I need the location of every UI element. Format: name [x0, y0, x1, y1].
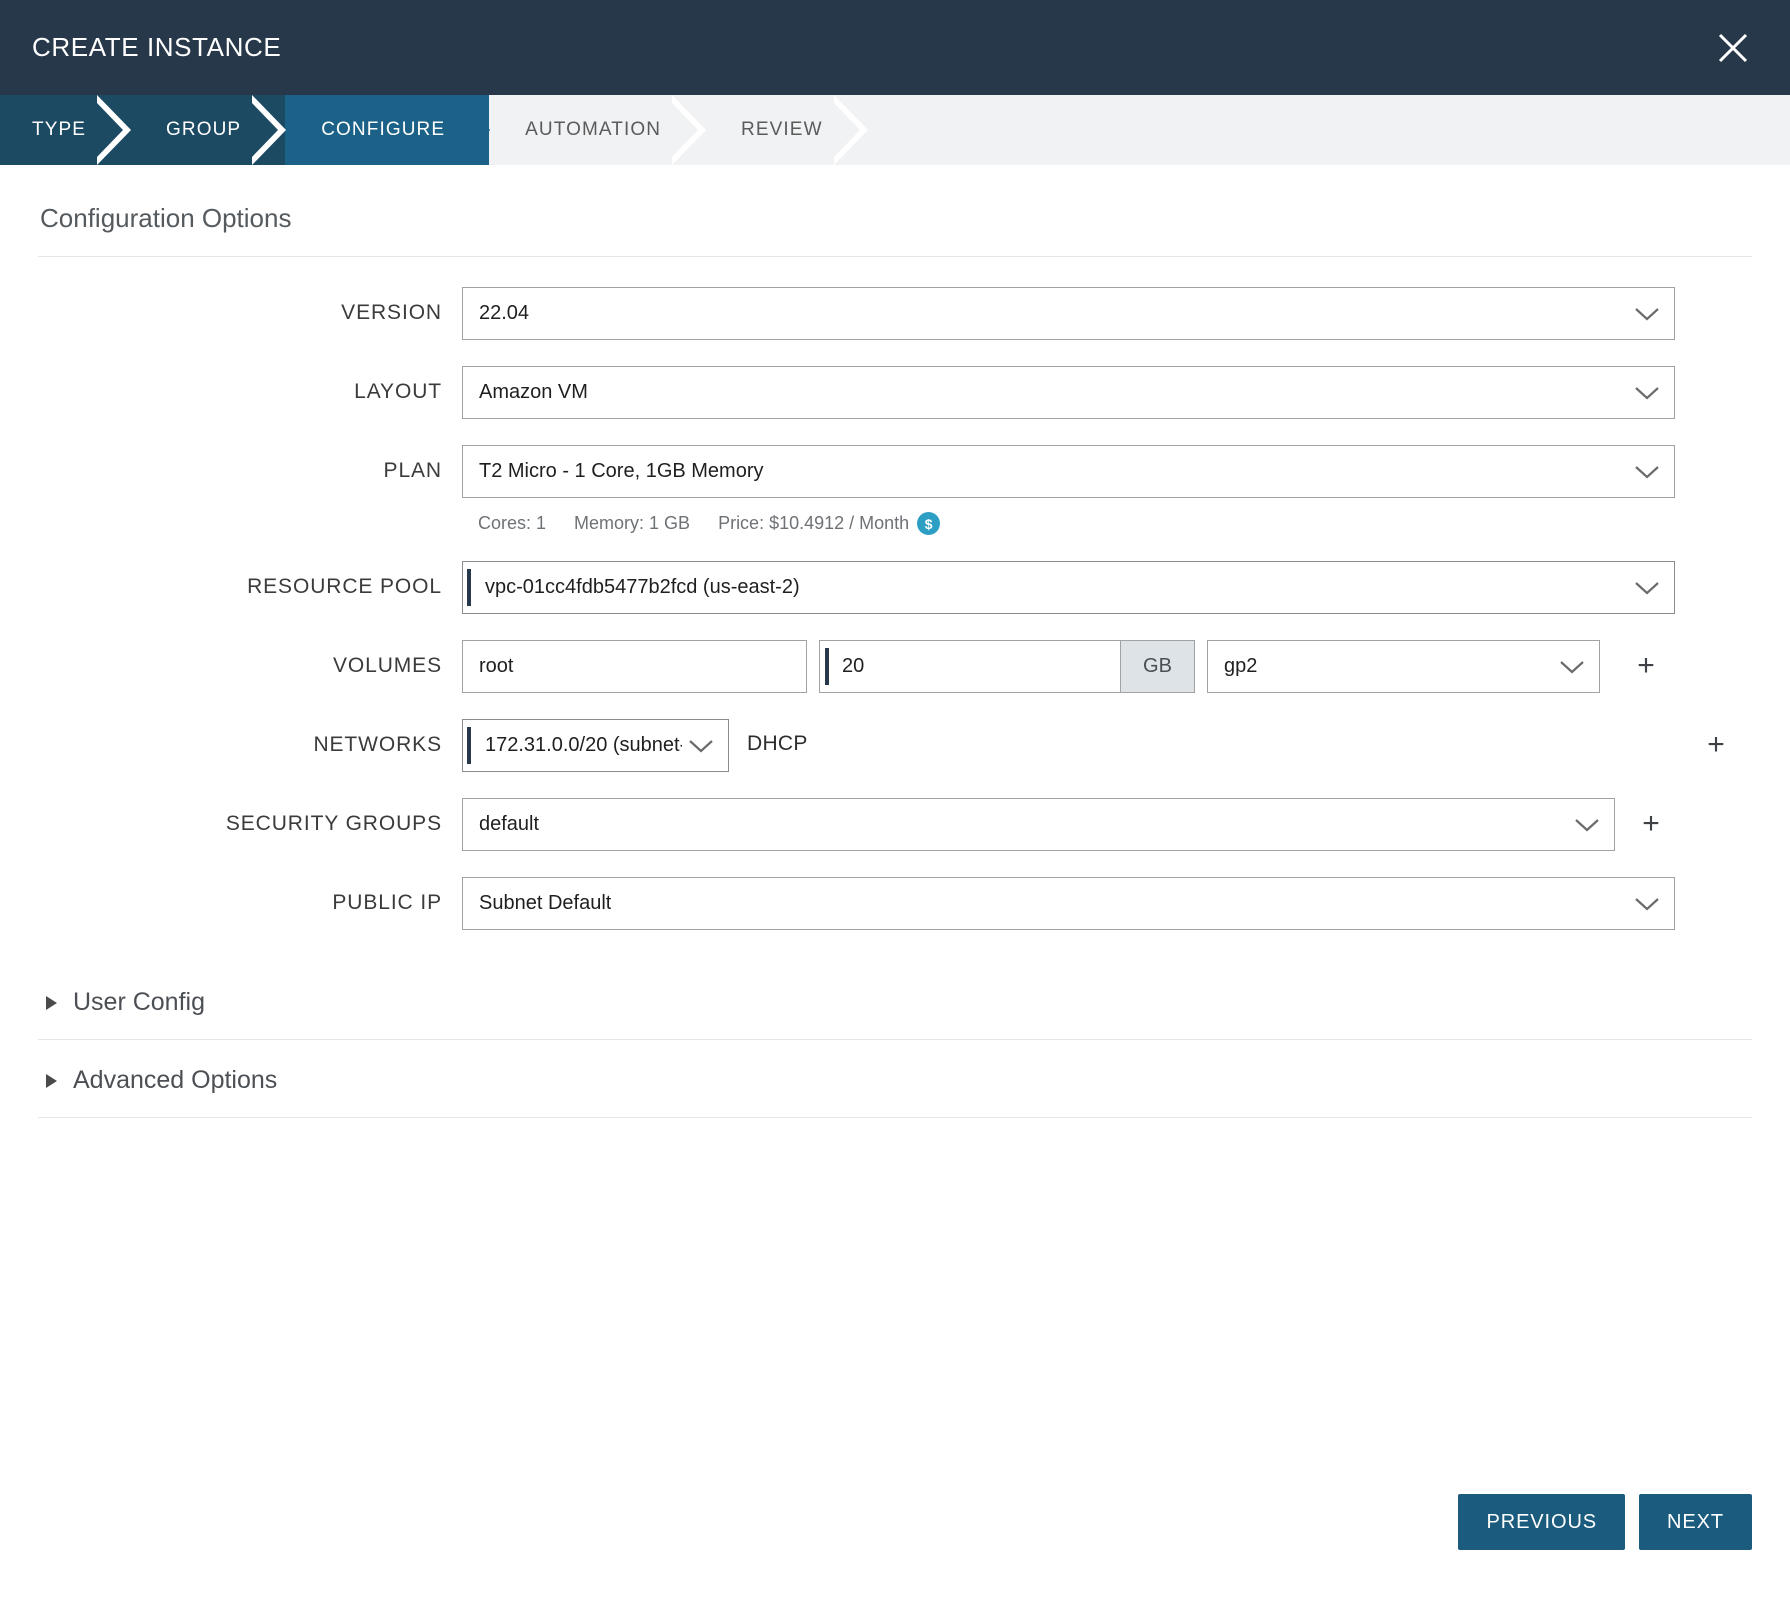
modal-body: Configuration Options VERSION 22.04 LAYO… — [0, 165, 1790, 1118]
volume-size-input[interactable]: 20 — [819, 640, 1121, 693]
plan-details: Cores: 1 Memory: 1 GB Price: $10.4912 / … — [462, 498, 940, 535]
network-dhcp-label: DHCP — [729, 719, 808, 756]
step-label: AUTOMATION — [525, 119, 661, 141]
field-row-resource-pool: RESOURCE POOL vpc-01cc4fdb5477b2fcd (us-… — [38, 561, 1752, 614]
network-value: 172.31.0.0/20 (subnet-06bc579d445 — [479, 734, 682, 757]
volume-size-value: 20 — [836, 655, 864, 678]
field-row-version: VERSION 22.04 — [38, 287, 1752, 340]
chevron-right-icon — [97, 95, 131, 165]
public-ip-value: Subnet Default — [479, 892, 611, 915]
add-network-button[interactable]: + — [1696, 719, 1736, 760]
chevron-down-icon — [688, 738, 714, 754]
security-groups-label: SECURITY GROUPS — [38, 798, 462, 836]
security-group-value: default — [479, 813, 539, 836]
previous-button[interactable]: PREVIOUS — [1458, 1494, 1625, 1550]
step-configure[interactable]: CONFIGURE — [285, 95, 489, 165]
step-label: CONFIGURE — [321, 119, 445, 141]
modal-footer: PREVIOUS NEXT — [1458, 1494, 1752, 1550]
field-row-public-ip: PUBLIC IP Subnet Default — [38, 877, 1752, 930]
step-label: TYPE — [32, 119, 86, 141]
step-label: GROUP — [166, 119, 241, 141]
create-instance-modal: CREATE INSTANCE TYPE GROUP CONFIGURE — [0, 0, 1790, 1602]
plan-value: T2 Micro - 1 Core, 1GB Memory — [479, 460, 764, 483]
plan-cores: Cores: 1 — [478, 513, 546, 534]
plan-price-group: Price: $10.4912 / Month $ — [718, 512, 940, 535]
plan-memory: Memory: 1 GB — [574, 513, 690, 534]
step-automation[interactable]: AUTOMATION — [489, 95, 705, 165]
field-row-security-groups: SECURITY GROUPS default + — [38, 798, 1752, 851]
version-label: VERSION — [38, 287, 462, 325]
add-volume-button[interactable]: + — [1626, 640, 1666, 681]
chevron-down-icon — [1634, 306, 1660, 322]
field-row-plan: PLAN T2 Micro - 1 Core, 1GB Memory Cores… — [38, 445, 1752, 535]
chevron-down-icon — [1634, 464, 1660, 480]
layout-label: LAYOUT — [38, 366, 462, 404]
volume-size-group: 20 GB — [819, 640, 1195, 693]
chevron-down-icon — [1559, 659, 1585, 675]
step-group[interactable]: GROUP — [130, 95, 285, 165]
page-title: CREATE INSTANCE — [32, 32, 281, 63]
next-button[interactable]: NEXT — [1639, 1494, 1752, 1550]
plan-select[interactable]: T2 Micro - 1 Core, 1GB Memory — [462, 445, 1675, 498]
plan-label: PLAN — [38, 445, 462, 483]
resource-pool-value: vpc-01cc4fdb5477b2fcd (us-east-2) — [479, 576, 800, 599]
security-group-select[interactable]: default — [462, 798, 1615, 851]
triangle-right-icon — [46, 1074, 57, 1088]
collapsible-advanced-options[interactable]: Advanced Options — [38, 1040, 1752, 1118]
chevron-right-icon — [672, 95, 706, 165]
chevron-down-icon — [1634, 896, 1660, 912]
version-value: 22.04 — [479, 302, 529, 325]
volume-name-value: root — [479, 655, 513, 678]
public-ip-select[interactable]: Subnet Default — [462, 877, 1675, 930]
networks-label: NETWORKS — [38, 719, 462, 757]
chevron-down-icon — [1634, 385, 1660, 401]
configuration-form: VERSION 22.04 LAYOUT Amazon VM — [38, 257, 1752, 930]
field-row-volumes: VOLUMES root 20 GB gp2 — [38, 640, 1752, 693]
volume-type-value: gp2 — [1224, 655, 1257, 678]
collapsible-label: User Config — [73, 988, 205, 1017]
chevron-down-icon — [1574, 817, 1600, 833]
version-select[interactable]: 22.04 — [462, 287, 1675, 340]
add-security-group-button[interactable]: + — [1631, 798, 1671, 839]
volume-size-unit: GB — [1121, 640, 1195, 693]
public-ip-label: PUBLIC IP — [38, 877, 462, 915]
field-row-networks: NETWORKS 172.31.0.0/20 (subnet-06bc579d4… — [38, 719, 1752, 772]
chevron-right-icon — [252, 95, 286, 165]
collapsible-user-config[interactable]: User Config — [38, 962, 1752, 1040]
step-review[interactable]: REVIEW — [705, 95, 867, 165]
step-label: REVIEW — [741, 119, 823, 141]
field-row-layout: LAYOUT Amazon VM — [38, 366, 1752, 419]
section-heading: Configuration Options — [38, 165, 1752, 257]
layout-value: Amazon VM — [479, 381, 588, 404]
price-badge-icon[interactable]: $ — [917, 512, 940, 535]
modal-header: CREATE INSTANCE — [0, 0, 1790, 95]
triangle-right-icon — [46, 996, 57, 1010]
resource-pool-select[interactable]: vpc-01cc4fdb5477b2fcd (us-east-2) — [462, 561, 1675, 614]
chevron-right-icon — [456, 95, 490, 165]
chevron-right-icon — [834, 95, 868, 165]
volume-type-select[interactable]: gp2 — [1207, 640, 1600, 693]
chevron-down-icon — [1634, 580, 1660, 596]
volume-name-input[interactable]: root — [462, 640, 807, 693]
breadcrumb: TYPE GROUP CONFIGURE AUTOMATION — [0, 95, 1790, 165]
step-type[interactable]: TYPE — [0, 95, 130, 165]
plan-price: Price: $10.4912 / Month — [718, 513, 909, 534]
layout-select[interactable]: Amazon VM — [462, 366, 1675, 419]
resource-pool-label: RESOURCE POOL — [38, 561, 462, 599]
network-select[interactable]: 172.31.0.0/20 (subnet-06bc579d445 — [462, 719, 729, 772]
collapsible-label: Advanced Options — [73, 1066, 277, 1095]
close-icon[interactable] — [1706, 21, 1760, 75]
volumes-label: VOLUMES — [38, 640, 462, 678]
